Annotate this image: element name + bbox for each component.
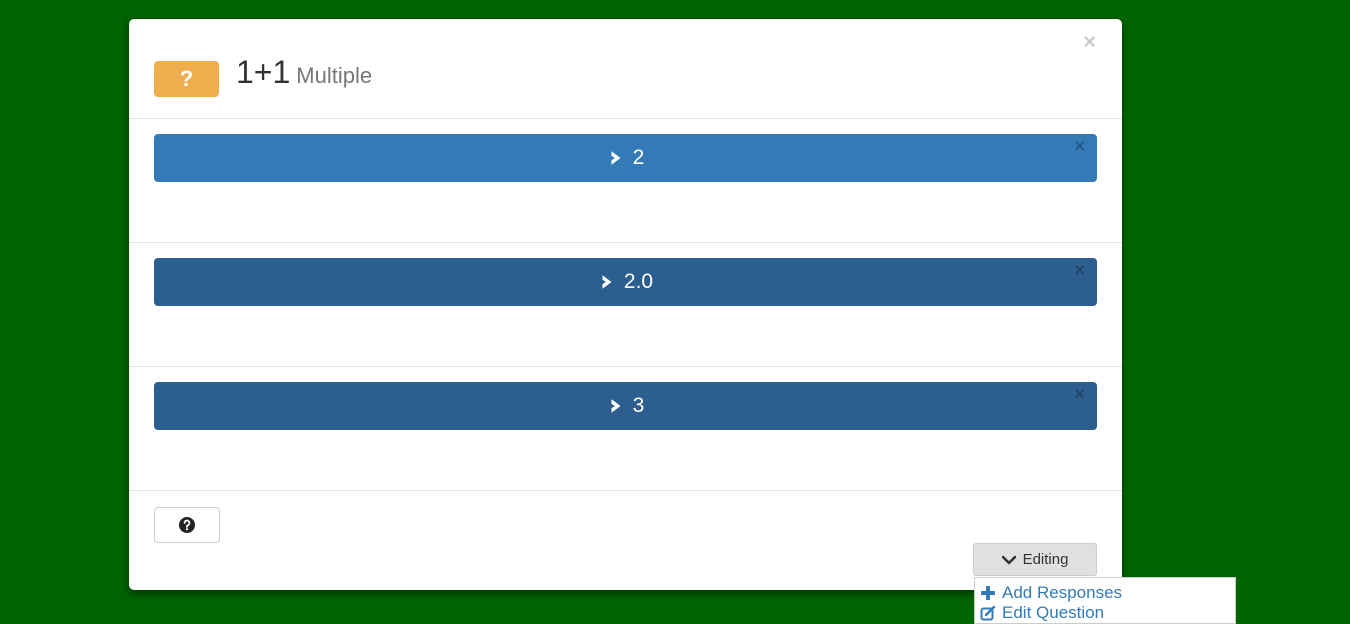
response-delete-button[interactable]: × (1074, 384, 1085, 405)
chevron-right-icon (611, 151, 621, 165)
question-title: 1+1 Multiple (236, 54, 372, 91)
edit-icon (980, 605, 996, 621)
chevron-right-icon (602, 275, 612, 289)
modal-header: ? 1+1 Multiple (129, 19, 1122, 119)
menu-item-label: Add Responses (1002, 583, 1123, 602)
response-row: 2 × (129, 119, 1122, 243)
response-row: 3 × (129, 367, 1122, 491)
response-button[interactable]: 2.0 × (154, 258, 1097, 306)
response-label: 3 (632, 394, 645, 417)
menu-item-edit-question[interactable]: Edit Question (975, 603, 1235, 623)
help-button[interactable] (154, 507, 220, 543)
question-circle-icon (179, 517, 195, 533)
response-button[interactable]: 3 × (154, 382, 1097, 430)
modal-footer: Editing (129, 490, 1122, 591)
plus-icon (981, 586, 995, 600)
editing-label: Editing (1022, 551, 1069, 568)
chevron-right-icon (611, 399, 621, 413)
response-delete-button[interactable]: × (1074, 136, 1085, 157)
menu-item-add-responses[interactable]: Add Responses (975, 583, 1235, 603)
response-row: 2.0 × (129, 243, 1122, 367)
editing-dropdown-button[interactable]: Editing (973, 543, 1097, 576)
question-badge: ? (154, 61, 219, 97)
response-button[interactable]: 2 × (154, 134, 1097, 182)
editing-dropdown-menu: Add Responses Edit Question (974, 577, 1236, 624)
response-label: 2 (632, 146, 645, 169)
question-title-text: 1+1 (236, 54, 291, 90)
responses-list: 2 × 2.0 × 3 × (129, 119, 1122, 491)
question-type-label: Multiple (296, 63, 373, 88)
question-modal: × ? 1+1 Multiple 2 × 2.0 × 3 × Editing (129, 19, 1122, 590)
response-label: 2.0 (623, 270, 654, 293)
chevron-down-icon (1001, 555, 1016, 564)
menu-item-label: Edit Question (1002, 603, 1105, 622)
response-delete-button[interactable]: × (1074, 260, 1085, 281)
